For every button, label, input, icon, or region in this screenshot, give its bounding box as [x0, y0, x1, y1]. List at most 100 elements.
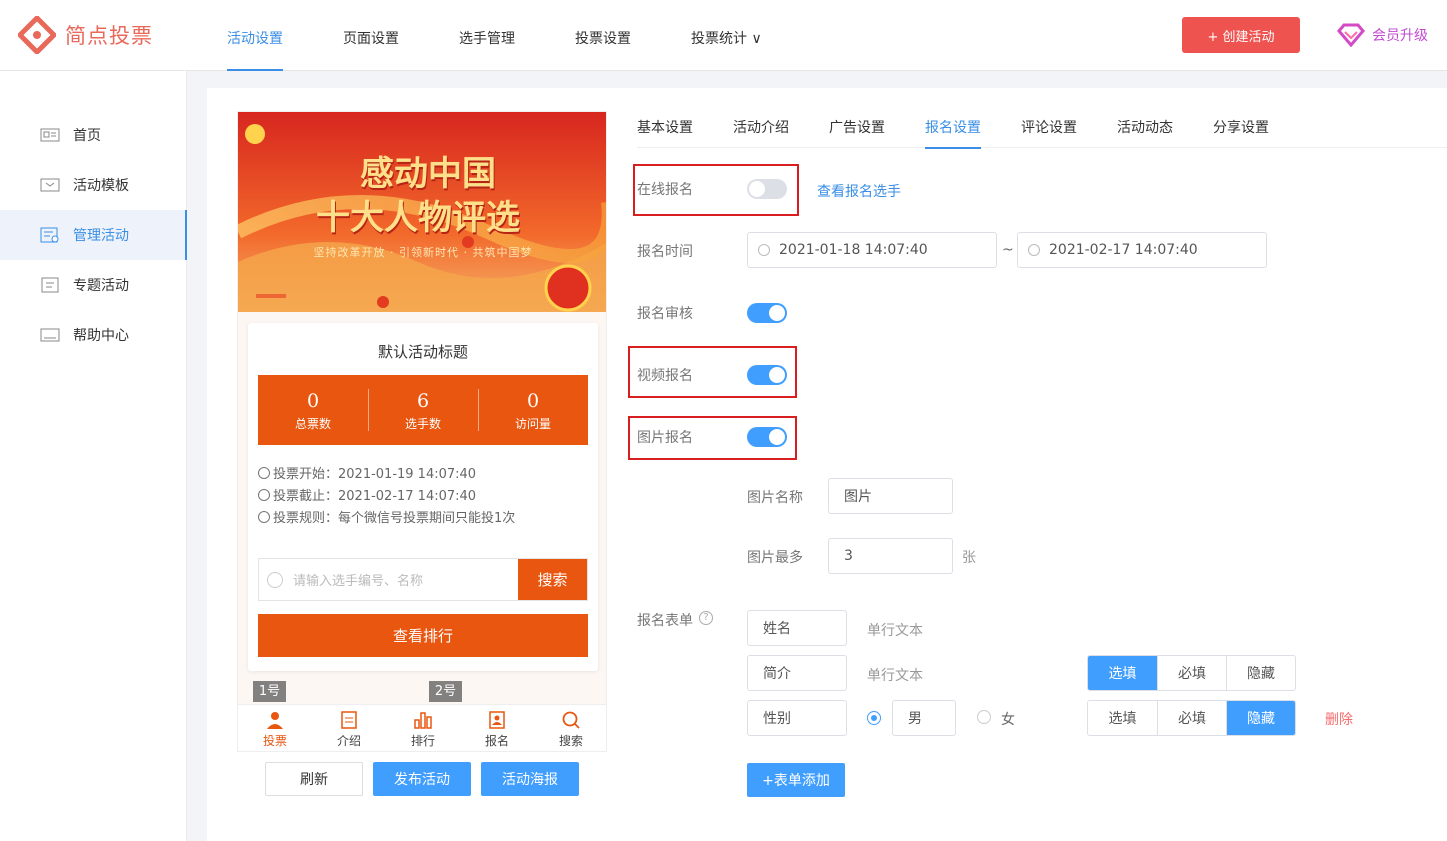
logo-diamond-icon — [16, 14, 58, 56]
option-hidden[interactable]: 隐藏 — [1226, 701, 1295, 735]
gem-icon — [1336, 23, 1366, 47]
sidebar-item-templates[interactable]: 活动模板 — [0, 160, 186, 210]
top-nav: 活动设置 页面设置 选手管理 投票设置 投票统计 ∨ — [227, 0, 822, 71]
stat-total-votes: 0 总票数 — [258, 375, 368, 445]
add-form-field-button[interactable]: +表单添加 — [747, 763, 845, 797]
id-card-icon — [40, 127, 60, 143]
vote-end-info: 投票截止：2021-02-17 14:07:40 — [258, 485, 476, 504]
radio-male[interactable] — [867, 711, 881, 725]
book-icon — [40, 327, 60, 343]
sidebar-item-help[interactable]: 帮助中心 — [0, 310, 186, 360]
tab-label: 搜索 — [558, 733, 583, 748]
field-type-label: 单行文本 — [867, 623, 923, 639]
doc-icon — [341, 710, 357, 729]
poster-button[interactable]: 活动海报 — [481, 762, 579, 796]
signup-review-switch[interactable] — [747, 303, 787, 323]
online-signup-label: 在线报名 — [637, 182, 693, 198]
tab-intro[interactable]: 介绍 — [312, 705, 386, 751]
stat-value: 0 — [306, 389, 320, 412]
player-number-tag: 1号 — [253, 681, 286, 702]
sidebar-item-home[interactable]: 首页 — [0, 110, 186, 160]
tab-signup[interactable]: 报名 — [460, 705, 534, 751]
video-signup-label: 视频报名 — [637, 368, 693, 384]
option-optional[interactable]: 选填 — [1088, 656, 1157, 690]
tab-ranking[interactable]: 排行 — [386, 705, 460, 751]
field-type-label: 单行文本 — [867, 668, 923, 684]
activity-card: 默认活动标题 0 总票数 6 选手数 0 访问量 投票开始：2021-01-19… — [248, 323, 598, 671]
radio-female[interactable] — [977, 710, 991, 724]
option-required[interactable]: 必填 — [1157, 656, 1226, 690]
nav-player-management[interactable]: 选手管理 — [459, 0, 515, 71]
view-signup-players-link[interactable]: 查看报名选手 — [817, 181, 901, 201]
field-name-input[interactable]: 姓名 — [747, 610, 847, 646]
stat-value: 6 — [416, 389, 430, 412]
user-icon — [267, 711, 283, 729]
info-icon — [258, 510, 270, 523]
signup-time-label: 报名时间 — [637, 244, 693, 260]
image-max-input[interactable]: 3 — [828, 538, 953, 574]
vote-rule-text: 投票规则：每个微信号投票期间只能投1次 — [273, 511, 516, 526]
tab-comments[interactable]: 评论设置 — [1021, 108, 1077, 148]
image-signup-switch[interactable] — [747, 427, 787, 447]
signup-end-time-input[interactable]: 2021-02-17 14:07:40 — [1017, 232, 1267, 268]
nav-activity-settings[interactable]: 活动设置 — [227, 0, 283, 71]
signup-start-time-input[interactable]: 2021-01-18 14:07:40 — [747, 232, 997, 268]
online-signup-switch[interactable] — [747, 179, 787, 199]
signup-form-label: 报名表单 — [637, 613, 693, 629]
search-placeholder: 请输入选手编号、名称 — [293, 574, 424, 589]
search-icon — [562, 711, 580, 729]
refresh-button[interactable]: 刷新 — [265, 762, 363, 796]
sidebar-item-label: 活动模板 — [73, 178, 129, 194]
nav-vote-stats[interactable]: 投票统计 ∨ — [691, 0, 762, 71]
field-name-input[interactable]: 简介 — [747, 655, 847, 691]
tab-ads[interactable]: 广告设置 — [829, 108, 885, 148]
nav-vote-settings[interactable]: 投票设置 — [575, 0, 631, 71]
clock-icon — [1028, 244, 1040, 256]
search-button[interactable]: 搜索 — [518, 559, 587, 600]
logo[interactable]: 简点投票 — [16, 14, 153, 56]
stat-label: 选手数 — [404, 416, 441, 431]
image-max-unit: 张 — [962, 550, 976, 566]
member-upgrade-link[interactable]: 会员升级 — [1336, 23, 1428, 47]
sidebar-item-manage[interactable]: 管理活动 — [0, 210, 187, 260]
tab-basic[interactable]: 基本设置 — [637, 108, 693, 148]
option-required[interactable]: 必填 — [1157, 701, 1226, 735]
bar-chart-icon — [414, 711, 432, 729]
create-activity-button[interactable]: + 创建活动 — [1182, 17, 1300, 53]
image-name-input[interactable]: 图片 — [828, 478, 953, 514]
tab-label: 报名 — [484, 733, 509, 748]
banner-image: 感动中国 十大人物评选 坚持改革开放 · 引领新时代 · 共筑中国梦 — [238, 112, 606, 312]
player-search: 请输入选手编号、名称 搜索 — [258, 558, 588, 601]
tab-signup-settings[interactable]: 报名设置 — [925, 108, 981, 149]
clock-icon — [258, 466, 270, 479]
delete-field-link[interactable]: 删除 — [1325, 709, 1353, 729]
field-requirement-selector: 选填 必填 隐藏 — [1087, 700, 1296, 736]
option-optional[interactable]: 选填 — [1088, 701, 1157, 735]
switch-knob — [769, 305, 785, 321]
vote-end-text: 投票截止：2021-02-17 14:07:40 — [273, 489, 477, 504]
phone-preview: 感动中国 十大人物评选 坚持改革开放 · 引领新时代 · 共筑中国梦 默认活动标… — [237, 111, 607, 752]
top-bar: 简点投票 活动设置 页面设置 选手管理 投票设置 投票统计 ∨ + 创建活动 会… — [0, 0, 1447, 71]
view-ranking-button[interactable]: 查看排行 — [258, 614, 588, 657]
option-hidden[interactable]: 隐藏 — [1226, 656, 1295, 690]
tab-intro[interactable]: 活动介绍 — [733, 108, 789, 148]
tab-search[interactable]: 搜索 — [534, 705, 606, 751]
help-icon[interactable]: ? — [699, 611, 713, 625]
stat-label: 访问量 — [514, 416, 551, 431]
sidebar-item-label: 首页 — [73, 128, 101, 144]
vote-start-text: 投票开始：2021-01-19 14:07:40 — [273, 467, 477, 482]
tab-vote[interactable]: 投票 — [238, 705, 312, 751]
field-name-input[interactable]: 性别 — [747, 700, 847, 736]
end-time-value: 2021-02-17 14:07:40 — [1049, 242, 1198, 258]
sidebar-item-topics[interactable]: 专题活动 — [0, 260, 186, 310]
player-search-input[interactable]: 请输入选手编号、名称 — [259, 559, 518, 600]
tab-share[interactable]: 分享设置 — [1213, 108, 1269, 148]
stat-value: 0 — [526, 389, 540, 412]
field-requirement-selector: 选填 必填 隐藏 — [1087, 655, 1296, 691]
radio-option-input[interactable]: 男 — [892, 700, 956, 736]
publish-button[interactable]: 发布活动 — [373, 762, 471, 796]
clock-icon — [258, 488, 270, 501]
tab-activity-news[interactable]: 活动动态 — [1117, 108, 1173, 148]
nav-page-settings[interactable]: 页面设置 — [343, 0, 399, 71]
video-signup-switch[interactable] — [747, 365, 787, 385]
